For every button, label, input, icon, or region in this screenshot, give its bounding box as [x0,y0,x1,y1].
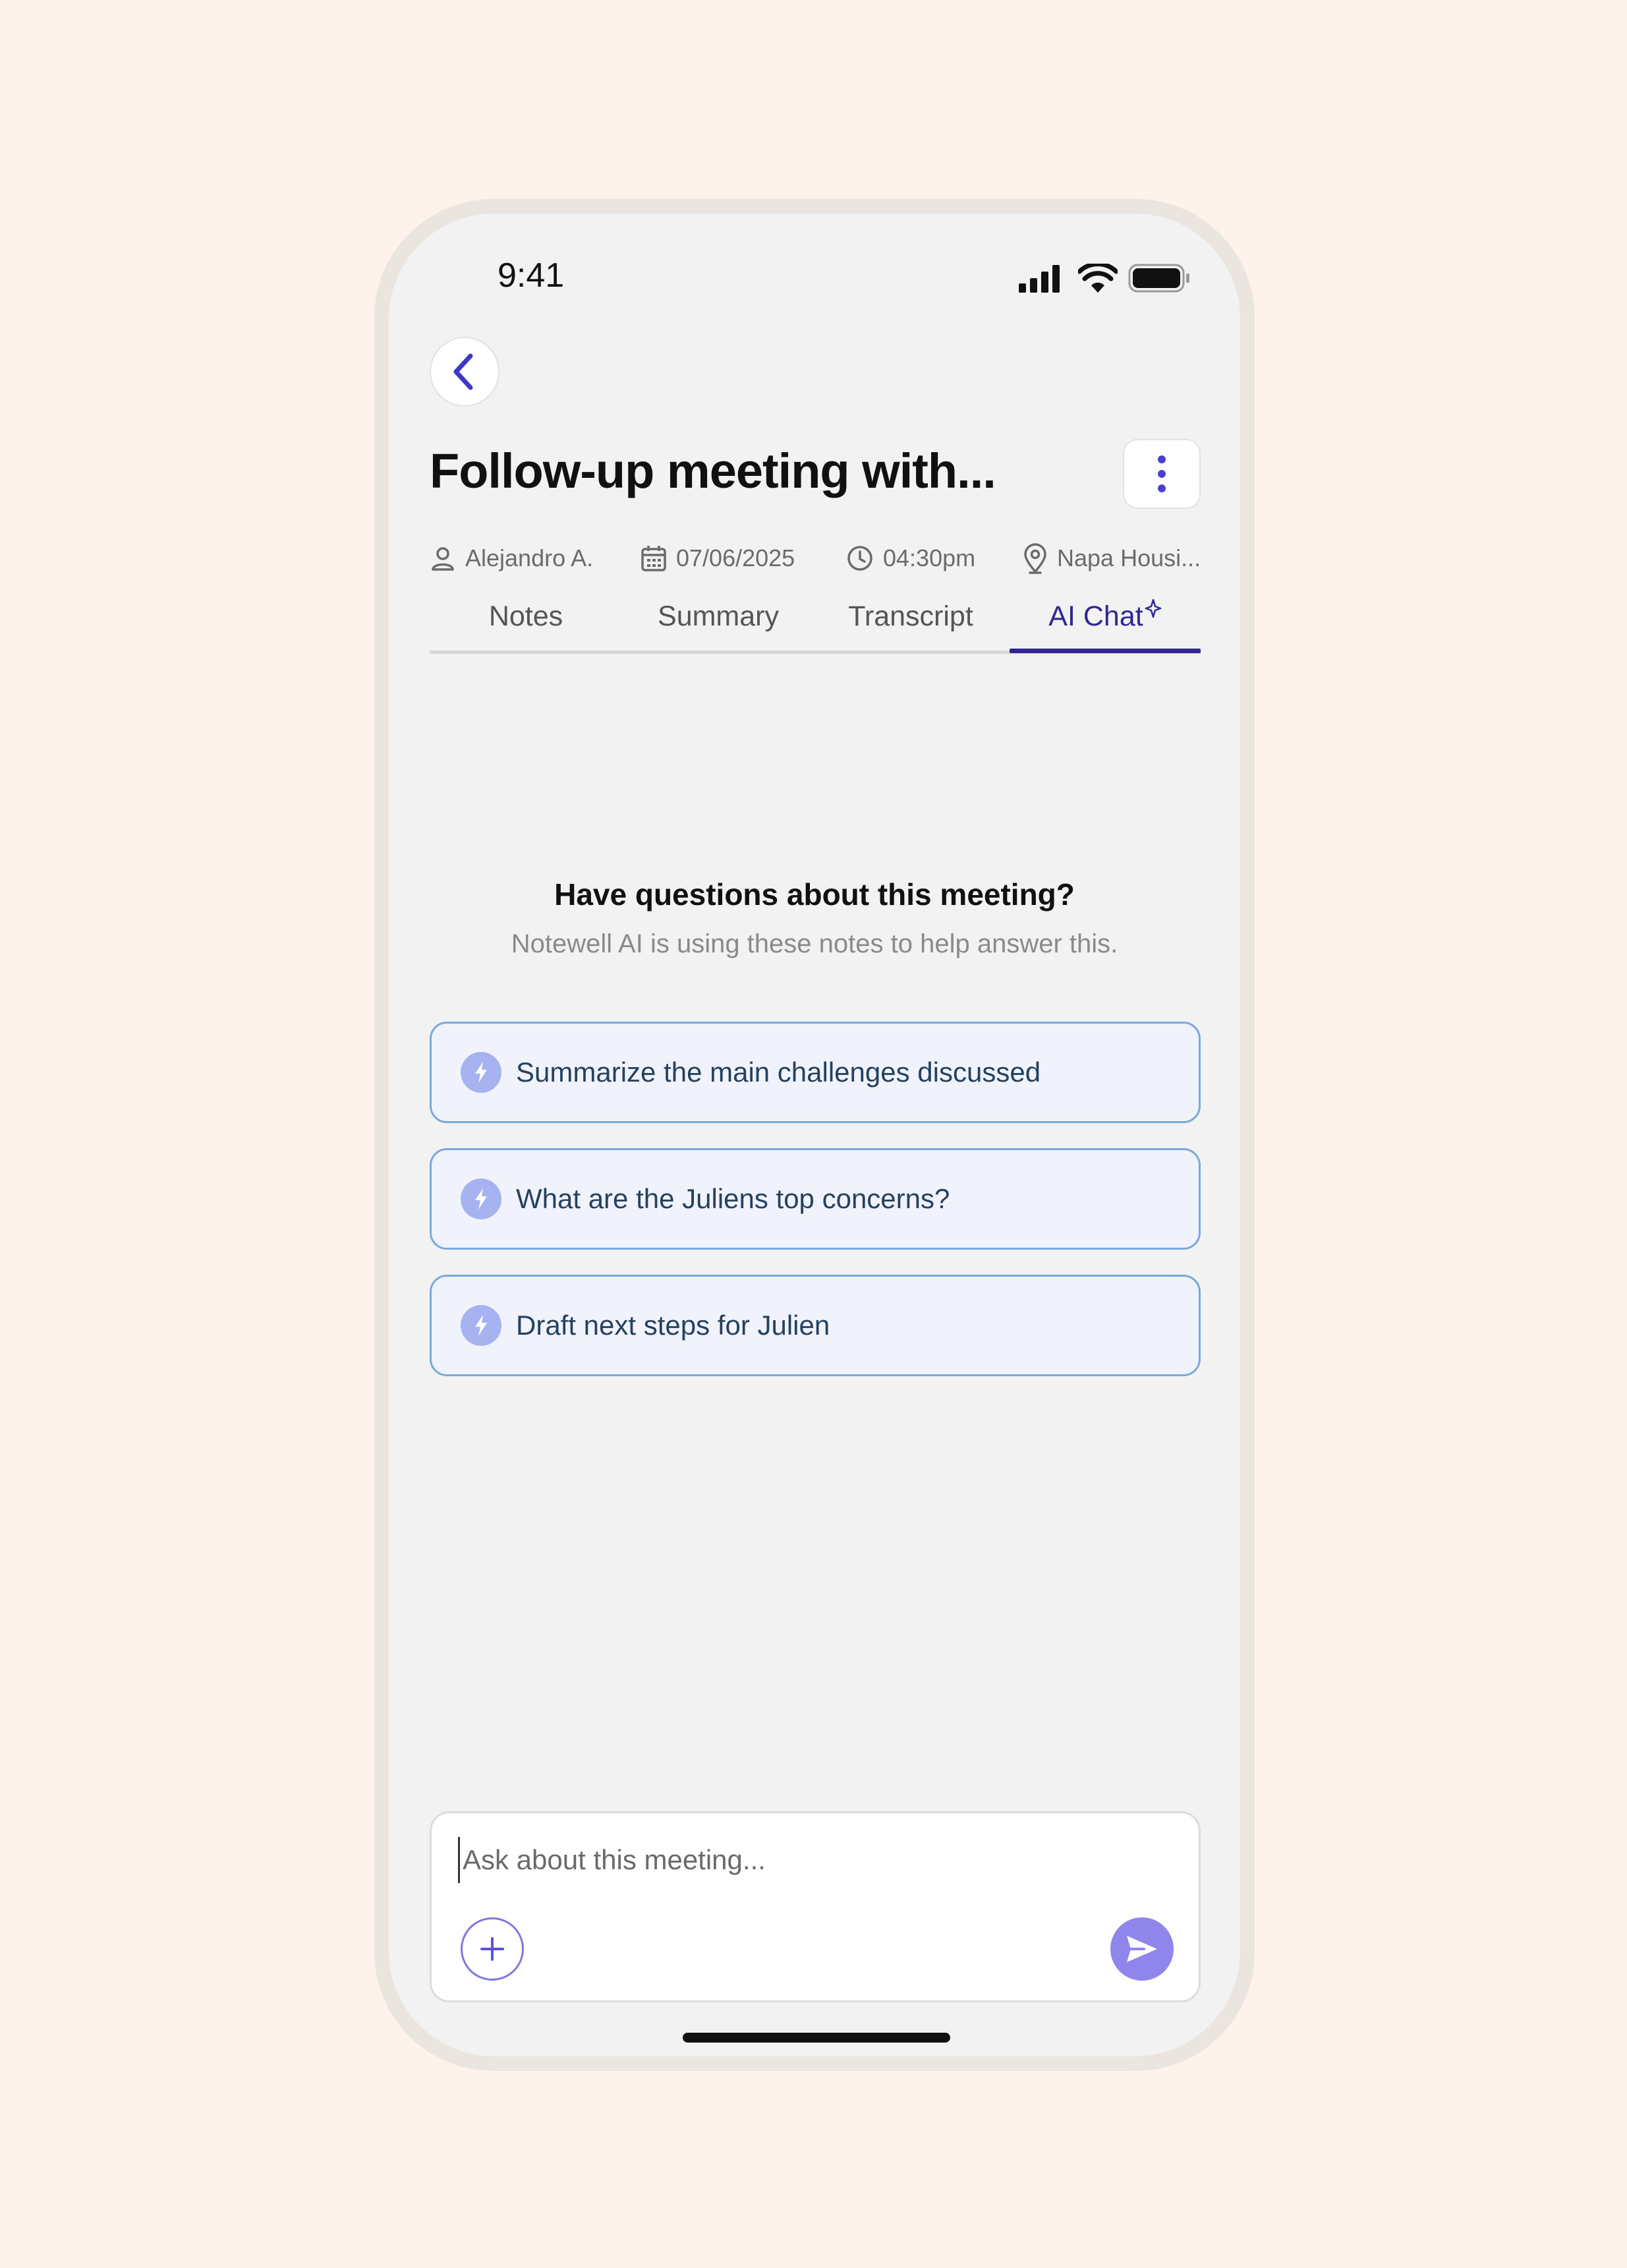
tab-ai-chat-label: AI Chat [1048,600,1143,632]
page-title: Follow-up meeting with... [430,444,996,498]
clock-icon [847,546,872,571]
location-pin-icon [1024,543,1046,574]
meta-date-label: 07/06/2025 [676,544,795,571]
meta-time-label: 04:30pm [883,544,976,571]
bolt-icon [461,1305,501,1346]
suggestion-chip[interactable]: What are the Juliens top concerns? [430,1148,1201,1250]
tab-ai-chat[interactable]: AI Chat [1010,583,1201,651]
meta-person-label: Alejandro A. [465,544,594,571]
back-button[interactable] [430,337,500,407]
status-time: 9:41 [498,256,565,295]
meta-person: Alejandro A. [430,540,593,577]
battery-icon [1128,264,1189,293]
chat-heading: Have questions about this meeting? [554,877,1075,912]
suggestion-chip[interactable]: Draft next steps for Julien [430,1275,1201,1376]
calendar-icon [641,546,666,571]
plus-icon [480,1937,504,1961]
bolt-icon [461,1178,501,1219]
meta-location: Napa Housi... [1023,540,1201,577]
person-icon [432,547,454,571]
wifi-icon [1078,264,1118,293]
send-button[interactable] [1110,1917,1174,1981]
tab-transcript[interactable]: Transcript [814,583,1007,651]
tab-notes[interactable]: Notes [430,583,622,651]
signal-icon [1019,265,1060,293]
tab-transcript-label: Transcript [848,600,973,632]
app-screen: 9:41 Follow-up meeting with... Alejandro… [389,214,1240,2056]
send-icon [1127,1936,1157,1962]
tab-bar: Notes Summary Transcript AI Chat [430,583,1201,654]
add-attachment-button[interactable] [461,1917,524,1981]
suggestion-label: What are the Juliens top concerns? [516,1183,950,1214]
bolt-icon [461,1052,501,1093]
meta-location-label: Napa Housi... [1057,544,1201,571]
tab-notes-label: Notes [488,600,563,632]
chat-composer [430,1811,1201,2002]
more-options-button[interactable] [1123,439,1201,509]
suggestion-chip[interactable]: Summarize the main challenges discussed [430,1022,1201,1123]
suggestion-label: Summarize the main challenges discussed [516,1057,1041,1088]
chat-subheading: Notewell AI is using these notes to help… [511,929,1118,958]
tab-summary[interactable]: Summary [622,583,814,651]
sparkle-icon [1145,598,1161,618]
suggestion-label: Draft next steps for Julien [516,1310,830,1341]
meta-time: 04:30pm [846,540,975,577]
chat-input[interactable] [458,1837,1170,1883]
phone-frame: 9:41 Follow-up meeting with... Alejandro… [374,199,1255,2071]
tab-summary-label: Summary [658,600,779,632]
chevron-left-icon [453,353,473,390]
active-tab-indicator [1010,649,1201,653]
more-vertical-icon [1158,455,1166,492]
meta-date: 07/06/2025 [641,540,795,577]
home-indicator [683,2033,950,2043]
